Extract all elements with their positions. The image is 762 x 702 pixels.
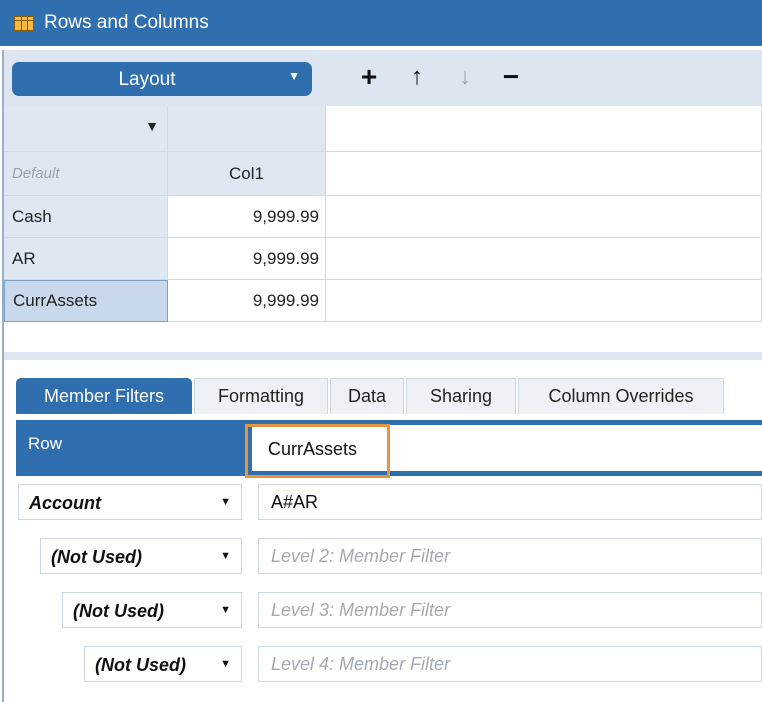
layout-dropdown[interactable]: Layout ▼ [12, 62, 312, 96]
tab-member-filters[interactable]: Member Filters [16, 378, 192, 414]
chevron-down-icon: ▼ [220, 550, 231, 562]
member-filter-placeholder: Level 4: Member Filter [271, 654, 451, 674]
tab-column-overrides[interactable]: Column Overrides [518, 378, 724, 414]
empty-grid-area [326, 196, 762, 238]
dimension-label: (Not Used) [51, 547, 142, 567]
tab-data[interactable]: Data [330, 378, 404, 414]
tab-sharing[interactable]: Sharing [406, 378, 516, 414]
column-header-col1[interactable]: Col1 [168, 152, 326, 196]
plus-icon[interactable]: + [356, 60, 382, 94]
member-filter-value: A#AR [271, 492, 319, 512]
member-filter-input[interactable]: Level 2: Member Filter [258, 538, 762, 574]
filter-header-cell[interactable]: ▼ [4, 106, 168, 152]
highlight-box [245, 424, 390, 478]
member-filter-placeholder: Level 2: Member Filter [271, 546, 451, 566]
rows-columns-panel: Layout ▼ + ↑ ↓ − ▼ Default Col1 Cash 9,9… [2, 50, 762, 702]
dimension-dropdown[interactable]: (Not Used) ▼ [62, 592, 242, 628]
arrow-down-icon[interactable]: ↓ [452, 60, 478, 94]
minus-icon[interactable]: − [498, 60, 524, 94]
member-filter-row: (Not Used) ▼ Level 4: Member Filter [4, 642, 762, 684]
window-title: Rows and Columns [44, 12, 209, 33]
chevron-down-icon: ▼ [220, 658, 231, 670]
column-filter-cell [168, 106, 326, 152]
tab-formatting[interactable]: Formatting [194, 378, 328, 414]
row-label: Row [28, 434, 63, 453]
dimension-dropdown[interactable]: (Not Used) ▼ [40, 538, 242, 574]
row-header-currassets[interactable]: CurrAssets [4, 280, 168, 322]
grid-icon [14, 15, 34, 31]
chevron-down-icon: ▼ [288, 69, 300, 83]
dimension-dropdown[interactable]: Account ▼ [18, 484, 242, 520]
splitter[interactable] [4, 352, 762, 360]
member-filter-input[interactable]: Level 3: Member Filter [258, 592, 762, 628]
layout-dropdown-label: Layout [118, 69, 176, 90]
member-filter-row: Account ▼ A#AR [4, 480, 762, 522]
dimension-dropdown[interactable]: (Not Used) ▼ [84, 646, 242, 682]
row-header-cash[interactable]: Cash [4, 196, 168, 238]
toolbar: Layout ▼ + ↑ ↓ − [4, 50, 762, 107]
chevron-down-icon: ▼ [220, 604, 231, 616]
empty-header-area [326, 106, 762, 152]
empty-grid-area [326, 280, 762, 322]
dimension-label: Account [29, 493, 101, 513]
filter-icon[interactable]: ▼ [145, 118, 159, 134]
empty-grid-area [326, 238, 762, 280]
corner-default-label: Default [4, 152, 168, 196]
cell-currassets-col1[interactable]: 9,999.99 [168, 280, 326, 322]
member-filter-input[interactable]: A#AR [258, 484, 762, 520]
cell-cash-col1[interactable]: 9,999.99 [168, 196, 326, 238]
dimension-label: (Not Used) [73, 601, 164, 621]
title-bar: Rows and Columns [0, 0, 762, 46]
cell-ar-col1[interactable]: 9,999.99 [168, 238, 326, 280]
member-filter-row: (Not Used) ▼ Level 3: Member Filter [4, 588, 762, 630]
arrow-up-icon[interactable]: ↑ [404, 60, 430, 94]
member-filter-input[interactable]: Level 4: Member Filter [258, 646, 762, 682]
empty-grid-area [326, 152, 762, 196]
member-filter-placeholder: Level 3: Member Filter [271, 600, 451, 620]
dimension-label: (Not Used) [95, 655, 186, 675]
chevron-down-icon: ▼ [220, 496, 231, 508]
row-header-ar[interactable]: AR [4, 238, 168, 280]
member-filter-row: (Not Used) ▼ Level 2: Member Filter [4, 534, 762, 576]
